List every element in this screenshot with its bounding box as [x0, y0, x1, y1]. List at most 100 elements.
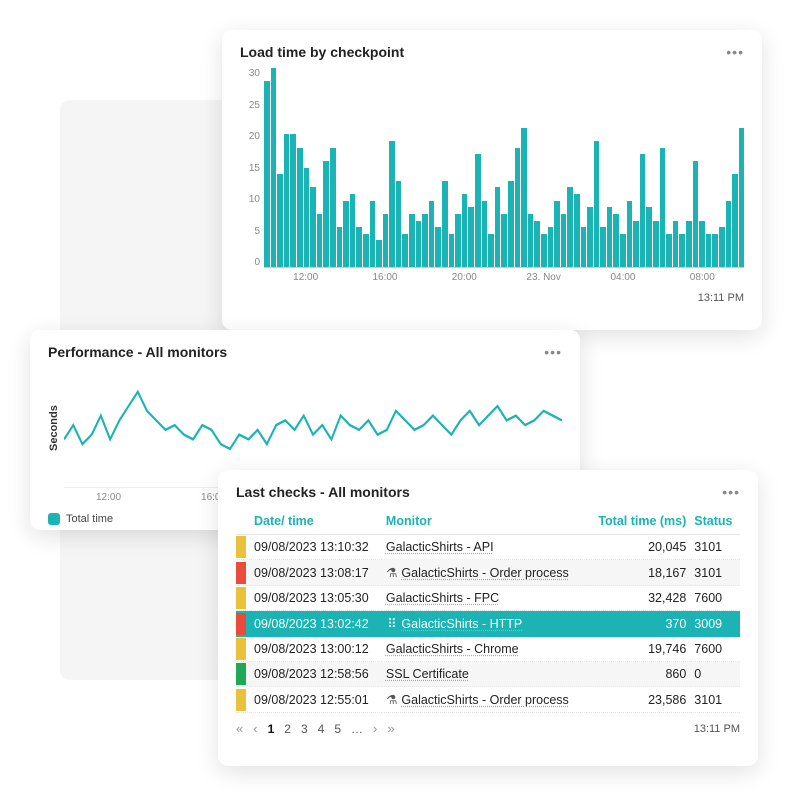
bar	[620, 234, 626, 267]
table-row[interactable]: 09/08/2023 13:00:12GalacticShirts - Chro…	[236, 637, 740, 662]
col-total[interactable]: Total time (ms)	[587, 508, 690, 535]
cell-monitor: GalacticShirts - Chrome	[382, 637, 587, 662]
cell-status: 7600	[690, 637, 740, 662]
bar	[515, 148, 521, 267]
grid-icon: ⠿	[386, 616, 398, 631]
last-checks-card: Last checks - All monitors ••• Date/ tim…	[218, 470, 758, 766]
bar	[310, 187, 316, 267]
status-indicator	[236, 536, 246, 558]
bar-chart: 302520151050 12:0016:0020:0023. Nov04:00…	[240, 68, 744, 288]
bar	[633, 221, 639, 267]
cell-monitor: ⠿ GalacticShirts - HTTP	[382, 611, 587, 637]
pager-prev-icon[interactable]: ‹	[253, 721, 257, 736]
table-row[interactable]: 09/08/2023 13:10:32GalacticShirts - API2…	[236, 535, 740, 560]
bar	[396, 181, 402, 267]
status-indicator	[236, 613, 246, 635]
cell-monitor: ⚗ GalacticShirts - Order process	[382, 687, 587, 713]
cell-total: 23,586	[587, 687, 690, 713]
status-indicator	[236, 638, 246, 660]
bar	[435, 227, 441, 267]
bar	[699, 221, 705, 267]
table-row[interactable]: 09/08/2023 13:08:17⚗ GalacticShirts - Or…	[236, 560, 740, 586]
table-row[interactable]: 09/08/2023 13:02:42⠿ GalacticShirts - HT…	[236, 611, 740, 637]
bar	[719, 227, 725, 267]
bar	[653, 221, 659, 267]
cell-monitor: GalacticShirts - FPC	[382, 586, 587, 611]
x-axis: 12:0016:0020:0023. Nov04:0008:00	[264, 272, 744, 283]
bar	[495, 187, 501, 267]
bar	[541, 234, 547, 267]
bar	[534, 221, 540, 267]
x-tick: 12:00	[96, 492, 121, 503]
cell-date: 09/08/2023 12:55:01	[250, 687, 382, 713]
pager-page[interactable]: 5	[334, 722, 341, 736]
bar	[402, 234, 408, 267]
pager: « ‹ 12345…›» 13:11 PM	[236, 721, 740, 736]
bar	[304, 168, 310, 268]
pager-page[interactable]: 2	[284, 722, 291, 736]
pager-page[interactable]: 3	[301, 722, 308, 736]
bars-container	[264, 68, 744, 268]
bar	[416, 221, 422, 267]
bar	[422, 214, 428, 267]
card-title: Load time by checkpoint	[240, 44, 404, 60]
bar	[693, 161, 699, 267]
cell-date: 09/08/2023 13:00:12	[250, 637, 382, 662]
bar	[468, 207, 474, 267]
bar	[521, 128, 527, 267]
cell-status: 3101	[690, 687, 740, 713]
bar	[679, 234, 685, 267]
col-monitor[interactable]: Monitor	[382, 508, 587, 535]
bar	[488, 234, 494, 267]
more-icon[interactable]: •••	[726, 44, 744, 60]
cell-total: 19,746	[587, 637, 690, 662]
bar	[646, 207, 652, 267]
col-status-color[interactable]	[236, 508, 250, 535]
col-date[interactable]: Date/ time	[250, 508, 382, 535]
pager-first-icon[interactable]: «	[236, 721, 243, 736]
cell-date: 09/08/2023 13:08:17	[250, 560, 382, 586]
table-row[interactable]: 09/08/2023 12:55:01⚗ GalacticShirts - Or…	[236, 687, 740, 713]
bar	[330, 148, 336, 267]
col-status[interactable]: Status	[690, 508, 740, 535]
pager-page[interactable]: 4	[318, 722, 325, 736]
pager-next-icon[interactable]: ›	[373, 721, 377, 736]
card-title: Performance - All monitors	[48, 344, 227, 360]
bar	[429, 201, 435, 267]
bar	[290, 134, 296, 267]
bar	[554, 201, 560, 267]
bar	[587, 207, 593, 267]
bar	[317, 214, 323, 267]
bar	[594, 141, 600, 267]
bar	[627, 201, 633, 267]
status-indicator	[236, 562, 246, 584]
bar	[449, 234, 455, 267]
bar	[297, 148, 303, 267]
table-row[interactable]: 09/08/2023 13:05:30GalacticShirts - FPC3…	[236, 586, 740, 611]
cell-total: 18,167	[587, 560, 690, 586]
bar	[475, 154, 481, 267]
bar	[712, 234, 718, 267]
flask-icon: ⚗	[386, 565, 398, 580]
more-icon[interactable]: •••	[544, 344, 562, 360]
cell-total: 32,428	[587, 586, 690, 611]
bar	[337, 227, 343, 267]
table-row[interactable]: 09/08/2023 12:58:56SSL Certificate8600	[236, 662, 740, 687]
bar	[482, 201, 488, 267]
pager-last-icon[interactable]: »	[387, 721, 394, 736]
bar	[673, 221, 679, 267]
pager-page[interactable]: 1	[268, 722, 275, 736]
bar	[350, 194, 356, 267]
bar	[389, 141, 395, 267]
status-indicator	[236, 587, 246, 609]
legend-swatch-icon	[48, 513, 60, 525]
pager-page[interactable]: …	[351, 722, 363, 736]
more-icon[interactable]: •••	[722, 484, 740, 500]
bar	[666, 234, 672, 267]
load-time-card: Load time by checkpoint ••• 302520151050…	[222, 30, 762, 330]
bar	[600, 227, 606, 267]
bar	[706, 234, 712, 267]
bar	[739, 128, 745, 267]
bar	[726, 201, 732, 267]
bar	[284, 134, 290, 267]
